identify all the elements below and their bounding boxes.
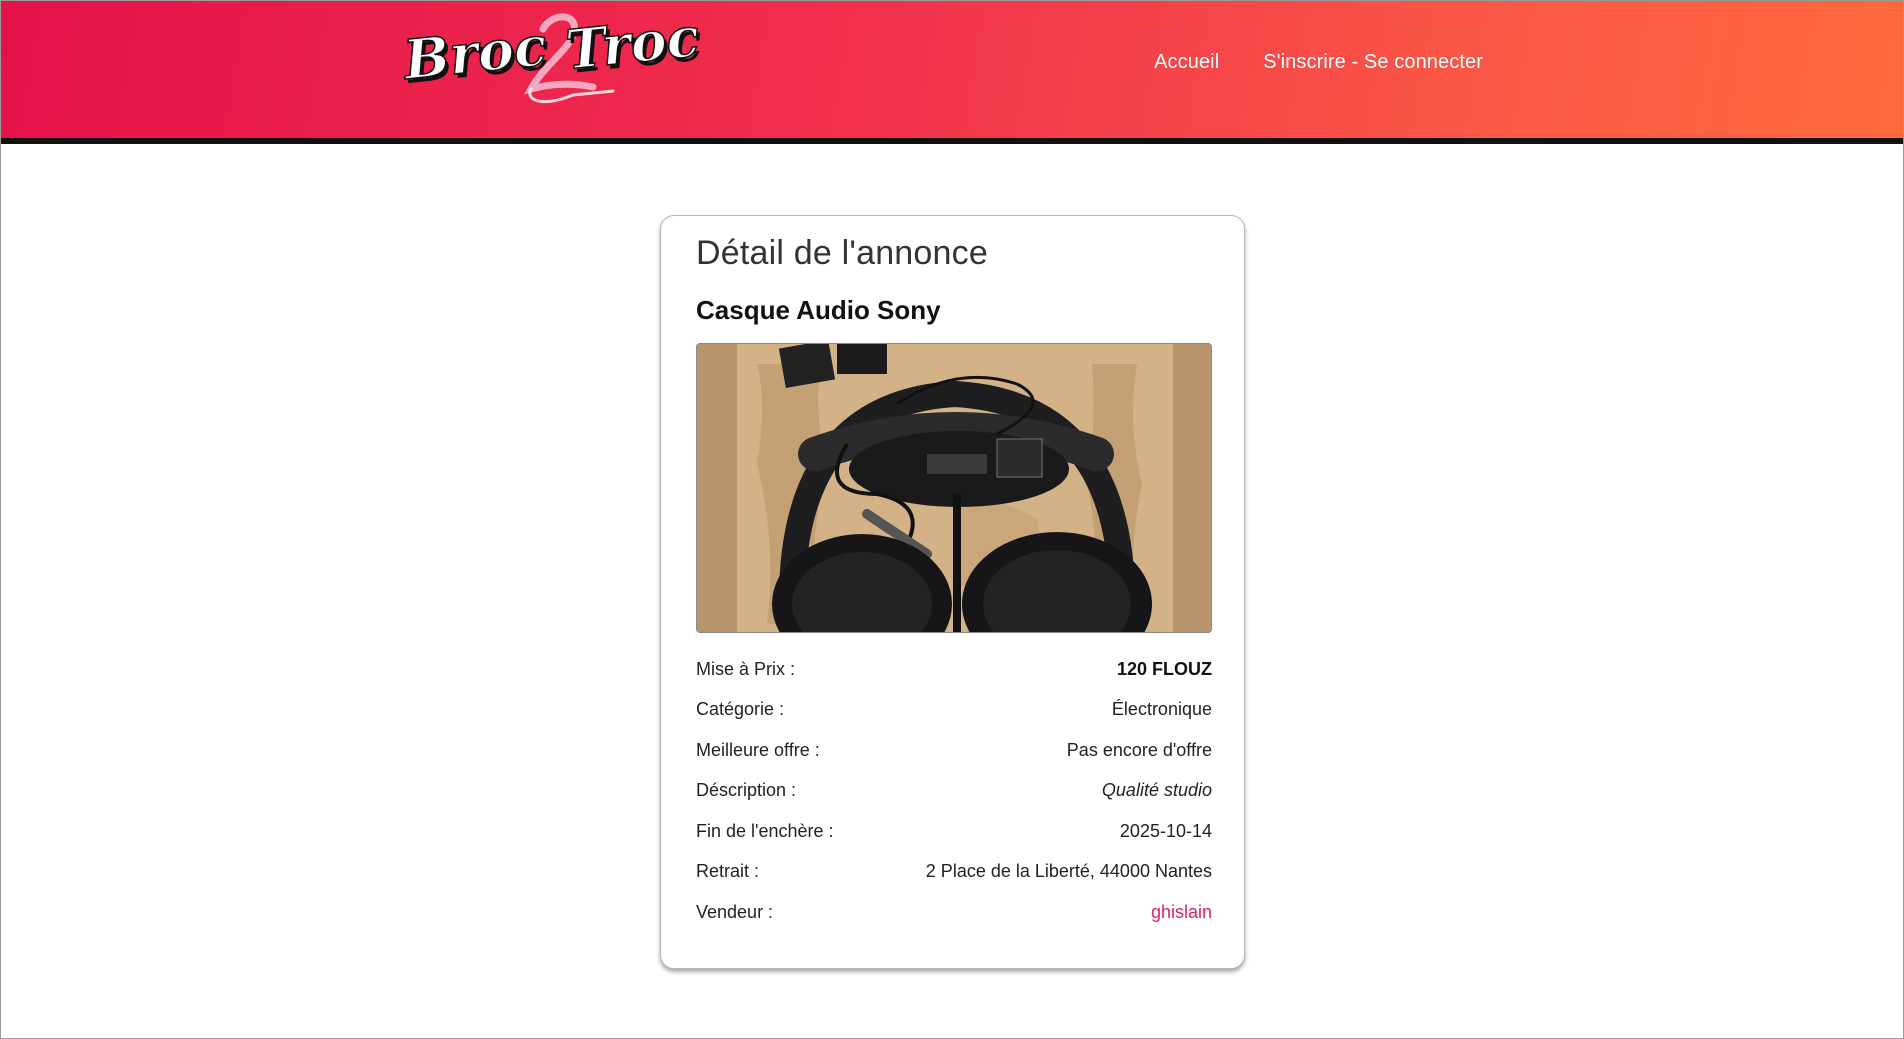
detail-row-seller: Vendeur : ghislain [696,892,1212,933]
pickup-label: Retrait : [696,861,760,882]
site-header: Broc Troc Broc Troc Accueil S'inscrire -… [1,1,1903,144]
detail-row-pickup: Retrait : 2 Place de la Liberté, 44000 N… [696,852,1212,893]
headphones-photo-illustration [697,344,1211,632]
auction-end-value: 2025-10-14 [1119,820,1212,841]
auction-end-label: Fin de l'enchère : [696,820,834,841]
description-label: Déscription : [696,780,797,801]
listing-details: Mise à Prix : 120 FLOUZ Catégorie : Élec… [696,649,1212,933]
seller-link[interactable]: ghislain [1151,902,1212,923]
best-offer-value: Pas encore d'offre [1066,739,1212,760]
detail-row-auction-end: Fin de l'enchère : 2025-10-14 [696,811,1212,852]
category-value: Électronique [1111,699,1212,720]
detail-row-description: Déscription : Qualité studio [696,771,1212,812]
detail-row-price: Mise à Prix : 120 FLOUZ [696,649,1212,690]
category-label: Catégorie : [696,699,785,720]
pickup-address: 2 Place de la Liberté, 44000 Nantes [925,861,1212,882]
page-title: Détail de l'annonce [696,234,988,272]
nav-link-login-signup[interactable]: S'inscrire - Se connecter [1263,51,1483,74]
item-photo [696,343,1212,633]
description-value: Qualité studio [1101,780,1212,801]
main-nav: Accueil S'inscrire - Se connecter [1154,51,1483,74]
nav-link-accueil[interactable]: Accueil [1154,51,1219,74]
price-value: 120 FLOUZ [1116,658,1212,679]
listing-detail-card: Détail de l'annonce Casque Audio Sony Mi… [660,215,1245,969]
browser-viewport: Broc Troc Broc Troc Accueil S'inscrire -… [0,0,1904,1039]
price-label: Mise à Prix : [696,658,796,679]
detail-row-best-offer: Meilleure offre : Pas encore d'offre [696,730,1212,771]
best-offer-label: Meilleure offre : [696,739,820,760]
detail-row-category: Catégorie : Électronique [696,690,1212,731]
broc2troc-logo[interactable]: Broc Troc Broc Troc [403,9,703,114]
item-title: Casque Audio Sony [696,295,941,325]
seller-label: Vendeur : [696,901,774,922]
